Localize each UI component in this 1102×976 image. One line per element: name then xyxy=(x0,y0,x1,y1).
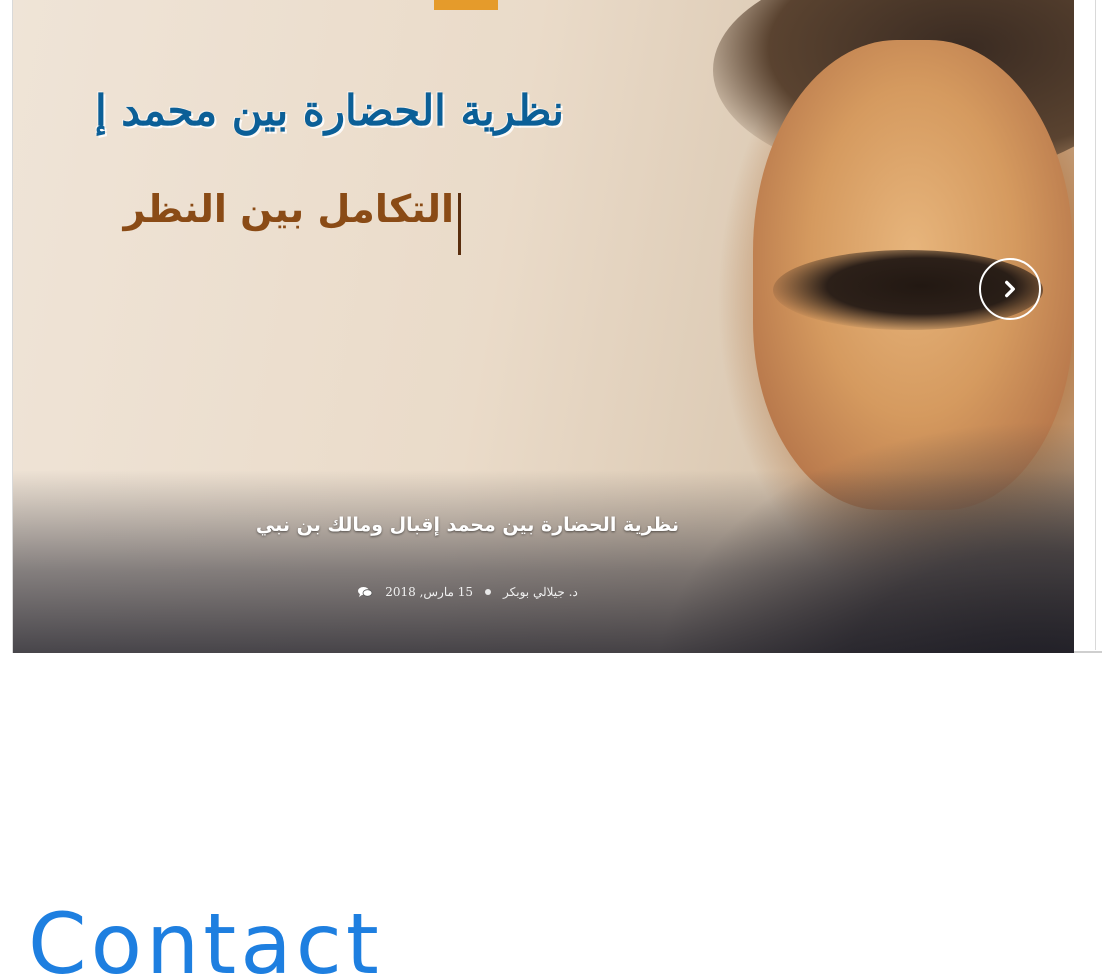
image-text-line2: التكامل بين النظر xyxy=(123,187,454,231)
category-tab xyxy=(434,0,498,10)
page: نظرية الحضارة بين محمد إ التكامل بين الن… xyxy=(0,0,1102,976)
slider-next-button[interactable] xyxy=(979,258,1041,320)
featured-slider[interactable]: نظرية الحضارة بين محمد إ التكامل بين الن… xyxy=(12,0,1074,653)
slide-title-link[interactable]: نظرية الحضارة بين محمد إقبال ومالك بن نب… xyxy=(13,514,922,536)
author-link[interactable]: د. جيلالي بوبكر xyxy=(503,585,578,599)
chevron-right-icon xyxy=(1005,280,1015,298)
divider-line xyxy=(1074,651,1102,653)
caption-overlay xyxy=(13,470,1074,653)
slide-meta: د. جيلالي بوبكر 15 مارس, 2018 xyxy=(13,585,922,599)
comment-icon[interactable] xyxy=(357,586,373,598)
contact-heading: Contact xyxy=(28,895,383,976)
sidebar-panel xyxy=(1074,0,1102,653)
sidebar-border xyxy=(1095,0,1096,650)
separator-dot xyxy=(485,589,492,595)
post-date: 15 مارس, 2018 xyxy=(385,585,474,599)
image-text-line1: نظرية الحضارة بين محمد إ xyxy=(94,86,564,135)
image-text-divider xyxy=(458,193,461,255)
